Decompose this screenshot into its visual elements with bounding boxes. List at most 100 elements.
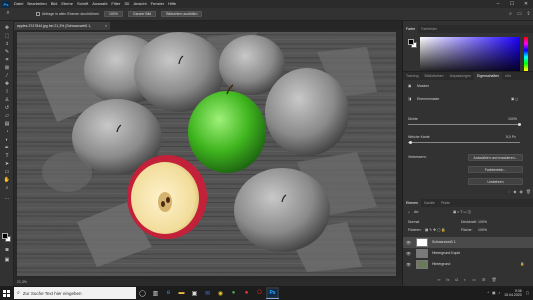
document-tab[interactable]: apples-3747844.jpg bei 21,3% (Schwarzwei… xyxy=(14,22,110,36)
menu-schrift[interactable]: Schrift xyxy=(75,0,90,8)
menu-bild[interactable]: Bild xyxy=(49,0,60,8)
add-mask-icon[interactable]: ◘ xyxy=(455,277,457,282)
checkbox-box[interactable] xyxy=(36,12,40,16)
gradient-tool-icon[interactable]: ▤ xyxy=(3,121,11,127)
menu-datei[interactable]: Datei xyxy=(12,0,25,8)
close-icon[interactable]: ✕ xyxy=(519,0,533,8)
feather-slider-knob[interactable] xyxy=(409,141,412,144)
foreground-color-swatch[interactable] xyxy=(2,233,8,239)
tray-chevron-icon[interactable]: ^ xyxy=(487,291,489,295)
taskbar-search[interactable]: ⌕ Zur Suche Text hier eingeben xyxy=(14,287,136,299)
frame-tool-icon[interactable]: ⊠ xyxy=(3,65,11,71)
visibility-icon[interactable]: ◉ xyxy=(519,189,523,194)
menu-3d[interactable]: 3D xyxy=(122,0,131,8)
layer-row[interactable]: 👁 Hintergrund Kopie xyxy=(403,248,533,259)
tab-eigenschaften[interactable]: Eigenschaften xyxy=(474,72,503,80)
rectangle-tool-icon[interactable]: ▭ xyxy=(3,169,11,175)
share-icon[interactable]: ⇪ xyxy=(524,11,533,17)
multitask-icon[interactable]: ▥ xyxy=(149,287,162,299)
taskbar-clock[interactable]: 9:36 15.04.2020 xyxy=(504,289,522,298)
zoom-tool-icon-left[interactable]: ⌕ xyxy=(3,185,11,191)
marquee-tool-icon[interactable]: ⬚ xyxy=(3,33,11,39)
trash-icon[interactable]: 🗑 xyxy=(526,189,531,194)
menu-ansicht[interactable]: Ansicht xyxy=(131,0,148,8)
search-icon[interactable]: ⌕ xyxy=(506,11,515,17)
density-slider-knob[interactable] xyxy=(518,123,521,126)
network-icon[interactable]: ▦ xyxy=(492,291,495,295)
task-view-icon[interactable]: ◯ xyxy=(136,287,149,299)
pen-tool-icon[interactable]: ✒ xyxy=(3,145,11,151)
blur-tool-icon[interactable]: ◔ xyxy=(3,129,11,135)
eye-icon[interactable]: 👁 xyxy=(406,262,411,267)
maximize-icon[interactable]: ☐ xyxy=(505,0,519,8)
workspace-icon[interactable]: ▭ xyxy=(515,11,524,17)
feather-value[interactable]: 5,0 Px xyxy=(506,135,516,139)
filter-search-icon[interactable]: ⌕ xyxy=(408,210,410,214)
lasso-tool-icon[interactable]: ↄ xyxy=(3,41,11,47)
minimize-icon[interactable]: – xyxy=(491,0,505,8)
zoom-level[interactable]: 21,3% xyxy=(17,280,27,284)
opacity-value[interactable]: 100% xyxy=(478,220,487,224)
fill-screen-button[interactable]: Bildschirm ausfüllen xyxy=(161,11,203,17)
notification-icon[interactable]: ▢ xyxy=(526,291,529,295)
opera-icon[interactable]: O xyxy=(253,287,266,299)
type-tool-icon[interactable]: T xyxy=(3,153,11,159)
file-explorer-icon[interactable]: ▬ xyxy=(175,287,188,299)
color-range-button[interactable]: Farbbereich... xyxy=(468,166,523,173)
layer-row[interactable]: 👁 Hintergrund 🔒 xyxy=(403,259,533,270)
menu-bearbeiten[interactable]: Bearbeiten xyxy=(25,0,48,8)
new-layer-icon[interactable]: ⊞ xyxy=(482,277,485,282)
quick-select-tool-icon[interactable]: ✎ xyxy=(3,49,11,55)
zoom-100-button[interactable]: 100% xyxy=(104,11,123,17)
mail-icon[interactable]: ✉ xyxy=(201,287,214,299)
menu-ebene[interactable]: Ebene xyxy=(59,0,75,8)
path-select-tool-icon[interactable]: ➤ xyxy=(3,161,11,167)
eye-icon[interactable]: 👁 xyxy=(406,251,411,256)
history-brush-tool-icon[interactable]: ↺ xyxy=(3,105,11,111)
tab-farbe[interactable]: Farbe xyxy=(403,25,419,33)
edge-icon[interactable]: e xyxy=(162,287,175,299)
delete-layer-icon[interactable]: 🗑 xyxy=(491,277,496,282)
group-icon[interactable]: ▭ xyxy=(472,277,476,282)
color-fg-swatch[interactable] xyxy=(408,39,414,45)
menu-filter[interactable]: Filter xyxy=(109,0,122,8)
tab-bibliotheken[interactable]: Bibliotheken xyxy=(422,72,447,80)
quick-mask-icon[interactable]: ◙ xyxy=(3,247,11,253)
lock-icons[interactable]: ▦ ✎ ✥ ▢ 🔒 xyxy=(425,228,446,232)
clone-stamp-tool-icon[interactable]: ♙ xyxy=(3,97,11,103)
photoshop-taskbar-icon[interactable]: Ps xyxy=(266,287,279,299)
fill-value[interactable]: 100% xyxy=(478,228,487,232)
sample-all-layers-checkbox[interactable]: Abfrage in allen Ebenen durchführen xyxy=(36,12,99,16)
fx-icon[interactable]: fx xyxy=(446,277,449,282)
app-icon[interactable]: ● xyxy=(227,287,240,299)
volume-icon[interactable]: ♪ xyxy=(498,291,500,295)
tab-pfade[interactable]: Pfade xyxy=(438,199,453,207)
fit-screen-button[interactable]: Ganzer Bild xyxy=(127,11,157,17)
adjustment-icon[interactable]: ◐ xyxy=(464,277,466,282)
layer-row[interactable]: 👁 Schwarzweiß 1 xyxy=(403,237,533,248)
store-icon[interactable]: ▣ xyxy=(188,287,201,299)
apply-mask-icon[interactable]: ◆ xyxy=(513,189,516,194)
brush-tool-icon[interactable]: ǀ xyxy=(3,89,11,95)
menu-fenster[interactable]: Fenster xyxy=(149,0,167,8)
healing-brush-tool-icon[interactable]: ✚ xyxy=(3,81,11,87)
select-and-mask-button[interactable]: Auswählen und maskieren... xyxy=(468,154,523,161)
tab-anpassungen[interactable]: Anpassungen xyxy=(447,72,474,80)
filter-icons[interactable]: ▣ ◐ T ▭ ◫ xyxy=(453,210,471,214)
tab-ebenen[interactable]: Ebenen xyxy=(403,199,422,207)
link-icon[interactable]: ∞ xyxy=(437,277,440,282)
tab-training[interactable]: Training xyxy=(403,72,422,80)
feather-slider-track[interactable] xyxy=(408,142,520,143)
density-value[interactable]: 100% xyxy=(508,117,517,121)
chrome-icon[interactable]: ◉ xyxy=(214,287,227,299)
zoom-tool-icon[interactable]: ⌕ xyxy=(3,10,13,19)
density-slider-track[interactable] xyxy=(408,124,520,125)
tab-farbfelder[interactable]: Farbfelder xyxy=(418,25,440,33)
mask-select-icon[interactable]: ▣ ◻ xyxy=(511,97,518,101)
menu-auswahl[interactable]: Auswahl xyxy=(90,0,109,8)
filter-kind[interactable]: Art xyxy=(414,210,418,214)
more-tools-icon[interactable]: … xyxy=(3,195,11,201)
app-red-icon[interactable]: ● xyxy=(240,287,253,299)
windows-start-icon[interactable] xyxy=(0,287,12,299)
dodge-tool-icon[interactable]: ◐ xyxy=(3,137,11,143)
